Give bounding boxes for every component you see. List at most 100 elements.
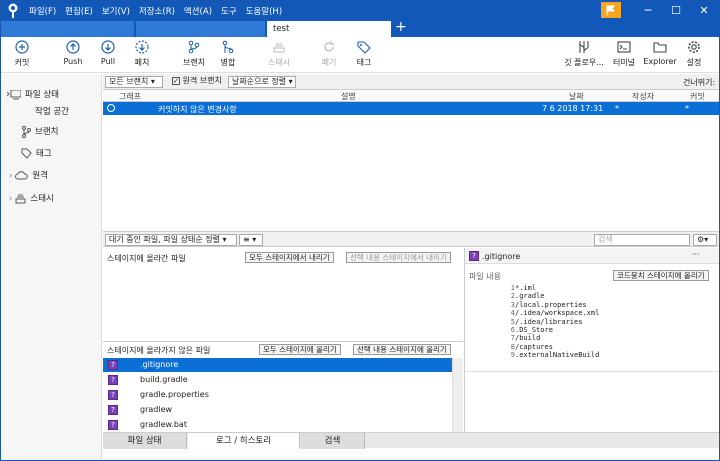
history-header: 그래프 설명 날짜 작성자 커밋 bbox=[103, 90, 719, 102]
line-number: 1 bbox=[510, 284, 515, 292]
sort-dropdown[interactable]: 날짜순으로 정렬 ▾ bbox=[228, 76, 296, 88]
bottom-tab-bar: 파일 상태 로그 / 히스토리 검색 bbox=[103, 432, 719, 449]
tab-file-status[interactable]: 파일 상태 bbox=[103, 433, 187, 449]
list-item[interactable]: ? gradle.properties bbox=[103, 388, 452, 402]
minimize-button[interactable]: ─ bbox=[633, 1, 663, 20]
commit-button[interactable]: 커밋 bbox=[5, 40, 39, 68]
fetch-button[interactable]: 페치 bbox=[125, 40, 159, 68]
column-date[interactable]: 날짜 bbox=[569, 91, 584, 102]
line-number: 8 bbox=[510, 342, 515, 351]
push-label: Push bbox=[63, 57, 83, 66]
stage-hunk-button[interactable]: 코드뭉치 스테이지에 올리기 bbox=[613, 270, 709, 281]
maximize-button[interactable]: ☐ bbox=[661, 1, 691, 20]
menu-tools[interactable]: 도구 bbox=[221, 5, 237, 17]
commit-node-icon bbox=[107, 104, 115, 112]
menu-edit[interactable]: 편집(E) bbox=[65, 5, 93, 17]
list-item[interactable]: ? build.gradle bbox=[103, 373, 452, 387]
chevron-right-icon: › bbox=[9, 194, 13, 204]
stage-all-button[interactable]: 모두 스테이지에 올리기 bbox=[259, 344, 341, 355]
repo-tab[interactable] bbox=[136, 21, 266, 37]
explorer-button[interactable]: Explorer bbox=[642, 40, 678, 66]
add-tab-button[interactable]: + bbox=[395, 19, 407, 35]
toolbar: 커밋 Push Pull 페치 브랜치 병합 스태시 폐기 태그 깃 플로우..… bbox=[1, 37, 719, 73]
row-description: 커밋하지 않은 변경사항 bbox=[158, 105, 237, 114]
search-input[interactable]: 검색 bbox=[594, 234, 690, 246]
chevron-down-icon: ▾ bbox=[288, 77, 293, 86]
terminal-button[interactable]: 터미널 bbox=[607, 40, 641, 68]
pull-button[interactable]: Pull bbox=[91, 40, 125, 66]
column-commit[interactable]: 커밋 bbox=[690, 91, 705, 102]
merge-label: 병합 bbox=[220, 58, 236, 67]
view-mode-dropdown[interactable]: ≡ ▾ bbox=[239, 234, 263, 246]
sidebar-item-stashes[interactable]: › 스태시 bbox=[9, 191, 54, 207]
branch-button[interactable]: 브랜치 bbox=[177, 40, 211, 68]
list-icon: ≡ bbox=[243, 235, 250, 244]
chevron-down-icon: ▾ bbox=[150, 77, 155, 86]
sidebar-item-working-copy[interactable]: 작업 공간 bbox=[35, 104, 69, 120]
menu-repository[interactable]: 저장소(R) bbox=[139, 5, 175, 17]
menu-actions[interactable]: 액션(A) bbox=[184, 5, 212, 17]
title-bar: 파일(F) 편집(E) 보기(V) 저장소(R) 액션(A) 도구 도움말(H)… bbox=[1, 1, 719, 20]
discard-button[interactable]: 폐기 bbox=[312, 40, 346, 68]
unstage-all-button[interactable]: 모두 스테이지에서 내리기 bbox=[245, 252, 334, 263]
push-button[interactable]: Push bbox=[56, 40, 90, 66]
push-icon bbox=[66, 40, 80, 54]
checkbox-icon: ✓ bbox=[172, 77, 180, 85]
sidebar-item-tags[interactable]: 태그 bbox=[21, 146, 52, 162]
sidebar-item-branches[interactable]: 브랜치 bbox=[21, 124, 58, 140]
tab-log-history[interactable]: 로그 / 히스토리 bbox=[188, 433, 300, 449]
git-flow-button[interactable]: 깃 플로우... bbox=[564, 40, 604, 68]
folder-icon bbox=[653, 42, 667, 53]
column-author[interactable]: 작성자 bbox=[632, 91, 654, 102]
stage-selected-button[interactable]: 선택 내용 스테이지에 올리기 bbox=[353, 344, 451, 355]
code-line: /.idea/workspace.xml bbox=[515, 309, 600, 318]
menu-file[interactable]: 파일(F) bbox=[29, 5, 56, 17]
fetch-icon bbox=[135, 40, 149, 54]
branch-filter-dropdown[interactable]: 모든 브랜치 ▾ bbox=[105, 76, 163, 88]
history-row[interactable]: 커밋하지 않은 변경사항 7 6 2018 17:31 * * bbox=[103, 102, 719, 115]
history-filter-bar: 모든 브랜치 ▾ ✓ 원격 브랜치 날짜순으로 정렬 ▾ 건너뛰기: bbox=[103, 74, 719, 90]
row-date: 7 6 2018 17:31 bbox=[542, 104, 604, 113]
row-commit: * bbox=[685, 104, 689, 113]
merge-button[interactable]: 병합 bbox=[211, 40, 245, 68]
chevron-down-icon: ▾ bbox=[704, 235, 709, 244]
menu-help[interactable]: 도움말(H) bbox=[246, 5, 282, 17]
staged-files-title: 스테이지에 올라간 파일 bbox=[107, 254, 186, 263]
unstaged-files-list: ? .gitignore ? build.gradle ? gradle.proper… bbox=[103, 358, 452, 432]
file-list-scrollbar[interactable] bbox=[452, 358, 463, 432]
remote-branches-checkbox[interactable]: ✓ 원격 브랜치 bbox=[169, 76, 225, 88]
more-options-icon[interactable]: ··· bbox=[692, 250, 700, 259]
stash-button[interactable]: 스태시 bbox=[262, 40, 296, 68]
pending-sort-dropdown[interactable]: 대기 중인 파일, 파일 상태순 정렬 ▾ bbox=[105, 234, 237, 246]
column-graph[interactable]: 그래프 bbox=[119, 91, 141, 102]
column-description[interactable]: 설명 bbox=[341, 91, 356, 102]
merge-icon bbox=[222, 40, 234, 54]
tag-button[interactable]: 태그 bbox=[347, 40, 381, 68]
line-number: 5 bbox=[510, 317, 515, 326]
flag-button[interactable] bbox=[601, 2, 621, 18]
list-item[interactable]: ? gradlew bbox=[103, 403, 452, 417]
tab-search[interactable]: 검색 bbox=[301, 433, 365, 449]
line-number: 9 bbox=[510, 351, 515, 360]
untracked-icon: ? bbox=[108, 420, 118, 430]
line-number: 2 bbox=[510, 292, 515, 301]
sidebar-item-label: 원격 bbox=[32, 171, 49, 181]
app-logo-icon bbox=[8, 3, 18, 18]
settings-button[interactable]: 설정 bbox=[677, 40, 711, 68]
terminal-label: 터미널 bbox=[612, 58, 636, 67]
code-line: /captures bbox=[515, 342, 553, 351]
unstage-selected-button[interactable]: 선택 내용 스테이지에서 내리기 bbox=[346, 252, 451, 263]
list-item[interactable]: ? gradlew.bat bbox=[103, 418, 452, 432]
repo-tab-test[interactable]: test bbox=[267, 21, 392, 37]
sidebar-item-remotes[interactable]: › 원격 bbox=[9, 168, 48, 184]
repo-tab[interactable] bbox=[1, 21, 135, 37]
list-item[interactable]: ? .gitignore bbox=[103, 358, 452, 372]
pending-options-dropdown[interactable]: ⚙▾ bbox=[693, 234, 717, 246]
menu-view[interactable]: 보기(V) bbox=[102, 5, 130, 17]
close-button[interactable]: ✕ bbox=[689, 1, 719, 20]
explorer-label: Explorer bbox=[643, 57, 677, 66]
sidebar-item-file-status[interactable]: 파일 상태 bbox=[6, 87, 59, 103]
code-line: /build bbox=[515, 334, 541, 343]
tag-label: 태그 bbox=[356, 58, 372, 67]
file-content-label: 파일 내용 bbox=[469, 272, 501, 281]
